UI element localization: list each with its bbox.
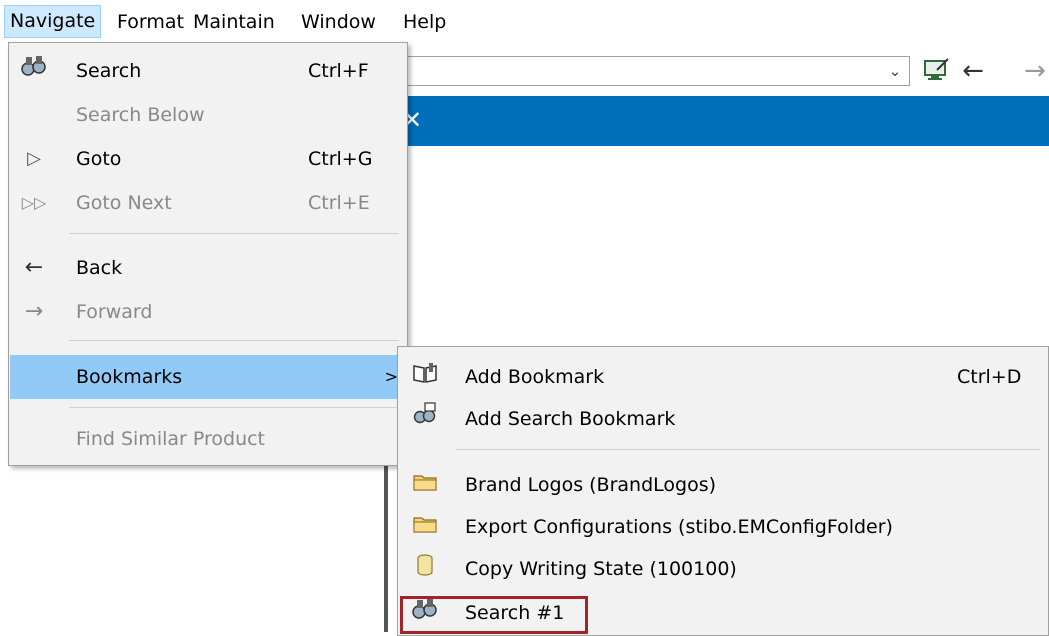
menu-separator	[456, 449, 1040, 450]
menu-item-label: Back	[76, 257, 123, 279]
menu-format[interactable]: Format	[112, 6, 189, 38]
menu-item-search[interactable]: Search Ctrl+F	[10, 51, 406, 91]
menu-maintain[interactable]: Maintain	[188, 6, 280, 38]
bookmarks-submenu: Add Bookmark Ctrl+D Add Search Bookmark …	[397, 346, 1049, 636]
menu-item-label: Add Search Bookmark	[465, 408, 676, 430]
menu-item-goto-next[interactable]: ▷▷ Goto Next Ctrl+E	[10, 183, 406, 223]
menu-item-add-bookmark[interactable]: Add Bookmark Ctrl+D	[399, 357, 1047, 397]
menu-item-label: Search	[76, 60, 142, 82]
menu-item-label: Find Similar Product	[76, 428, 266, 450]
folder-icon	[405, 465, 445, 505]
bookmark-export-configurations[interactable]: Export Configurations (stibo.EMConfigFol…	[399, 507, 1047, 547]
menu-item-label: Goto	[76, 148, 122, 170]
submenu-arrow-icon: >	[384, 367, 398, 386]
menu-item-label: Goto Next	[76, 192, 172, 214]
menu-help[interactable]: Help	[398, 6, 451, 38]
menu-separator	[69, 340, 399, 341]
database-icon	[405, 549, 445, 589]
search-bookmark-icon	[405, 399, 445, 439]
chevron-down-icon[interactable]: ⌄	[885, 60, 905, 82]
menu-item-goto[interactable]: ▷ Goto Ctrl+G	[10, 139, 406, 179]
menu-separator	[69, 407, 399, 408]
shortcut-label: Ctrl+G	[308, 148, 373, 170]
menu-item-label: Forward	[76, 301, 153, 323]
bookmark-brand-logos[interactable]: Brand Logos (BrandLogos)	[399, 465, 1047, 505]
menu-item-label: Search Below	[76, 104, 205, 126]
menu-item-label: Brand Logos (BrandLogos)	[465, 474, 717, 496]
search-combo[interactable]: ⌄	[400, 56, 910, 86]
menu-separator	[69, 233, 399, 234]
menu-bar: Navigate Format Maintain Window Help	[0, 0, 1049, 42]
shortcut-label: Ctrl+D	[957, 366, 1022, 388]
back-arrow-icon[interactable]: ←	[958, 56, 988, 86]
shortcut-label: Ctrl+F	[308, 60, 369, 82]
menu-navigate[interactable]: Navigate	[4, 5, 102, 38]
menu-item-find-similar-product[interactable]: Find Similar Product	[10, 419, 406, 459]
menu-item-label: Add Bookmark	[465, 366, 605, 388]
bookmark-copy-writing-state[interactable]: Copy Writing State (100100)	[399, 549, 1047, 589]
screen-edit-icon[interactable]	[922, 56, 952, 86]
menu-item-add-search-bookmark[interactable]: Add Search Bookmark	[399, 399, 1047, 439]
menu-item-forward[interactable]: → Forward	[10, 292, 406, 332]
menu-window[interactable]: Window	[296, 6, 381, 38]
menu-item-bookmarks[interactable]: Bookmarks >	[10, 355, 406, 399]
forward-arrow-icon[interactable]: →	[1020, 56, 1049, 86]
double-triangle-icon: ▷▷	[21, 193, 47, 212]
folder-icon	[405, 507, 445, 547]
open-book-icon	[405, 357, 445, 397]
menu-item-label: Export Configurations (stibo.EMConfigFol…	[465, 516, 893, 538]
back-arrow-icon: ←	[24, 255, 44, 280]
menu-item-label: Bookmarks	[76, 366, 183, 388]
menu-item-search-below[interactable]: Search Below	[10, 95, 406, 135]
navigate-menu: Search Ctrl+F Search Below ▷ Goto Ctrl+G…	[8, 42, 408, 466]
search-binoculars-icon	[14, 51, 54, 91]
menu-item-label: Copy Writing State (100100)	[465, 558, 737, 580]
menu-item-back[interactable]: ← Back	[10, 248, 406, 288]
selection-highlight-box	[400, 596, 588, 634]
forward-arrow-icon: →	[24, 299, 44, 324]
panel-divider	[384, 460, 388, 632]
shortcut-label: Ctrl+E	[308, 192, 370, 214]
play-triangle-icon: ▷	[27, 148, 41, 169]
header-band	[396, 96, 1049, 146]
